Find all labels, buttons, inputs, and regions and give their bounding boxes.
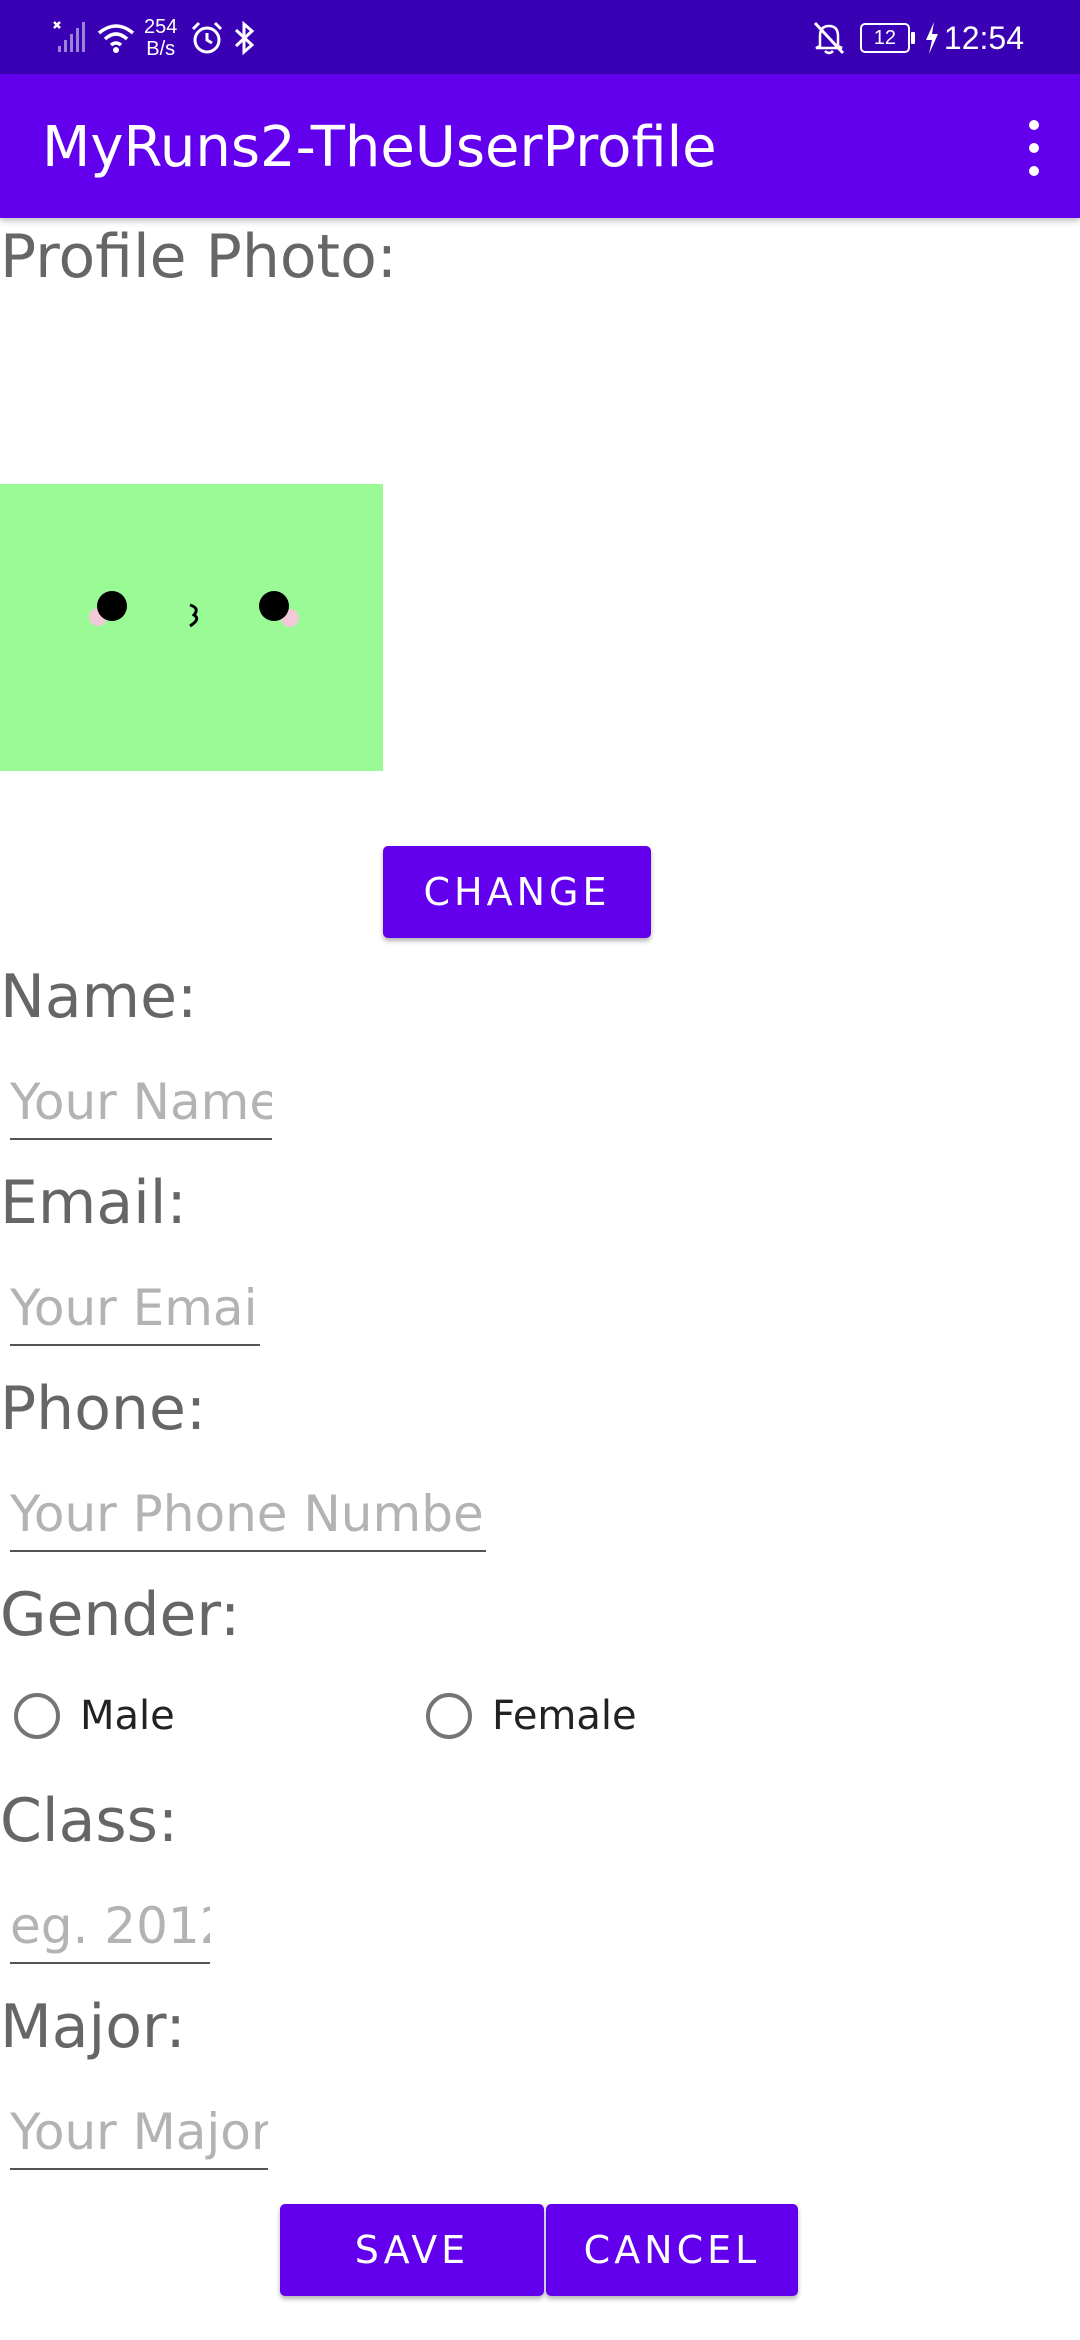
radio-button-icon[interactable] (426, 1693, 472, 1739)
class-label: Class: (0, 1786, 179, 1856)
email-field[interactable] (10, 1276, 260, 1346)
phone-label: Phone: (0, 1374, 207, 1444)
save-button[interactable]: SAVE (280, 2204, 544, 2296)
gender-female-radio[interactable]: Female (426, 1686, 637, 1746)
bluetooth-icon (231, 20, 257, 56)
radio-label-female: Female (492, 1693, 637, 1739)
radio-button-icon[interactable] (14, 1693, 60, 1739)
clock: 12:54 (943, 19, 1024, 56)
status-bar: 254 B/s 12 12:54 (0, 0, 1080, 74)
cancel-button[interactable]: CANCEL (546, 2204, 798, 2296)
wifi-icon (96, 20, 136, 56)
gender-label: Gender: (0, 1580, 241, 1650)
notifications-off-icon (812, 20, 846, 56)
charging-icon (924, 22, 940, 54)
network-speed: 254 B/s (144, 16, 178, 60)
major-label: Major: (0, 1992, 186, 2062)
alarm-icon (189, 20, 225, 56)
face-image (89, 591, 299, 628)
gender-male-radio[interactable]: Male (14, 1686, 175, 1746)
profile-photo (0, 484, 383, 771)
battery-icon: 12 (859, 23, 915, 53)
radio-label-male: Male (80, 1693, 175, 1739)
app-bar: MyRuns2-TheUserProfile (0, 74, 1080, 218)
class-field[interactable] (10, 1894, 210, 1964)
app-title: MyRuns2-TheUserProfile (42, 115, 717, 180)
email-label: Email: (0, 1168, 187, 1238)
signal-icon (52, 20, 88, 56)
more-vert-icon[interactable] (1010, 120, 1058, 176)
name-field[interactable] (10, 1070, 272, 1140)
phone-field[interactable] (10, 1482, 486, 1552)
name-label: Name: (0, 962, 198, 1032)
change-photo-button[interactable]: CHANGE (383, 846, 651, 938)
profile-photo-label: Profile Photo: (0, 222, 398, 292)
major-field[interactable] (10, 2100, 268, 2170)
